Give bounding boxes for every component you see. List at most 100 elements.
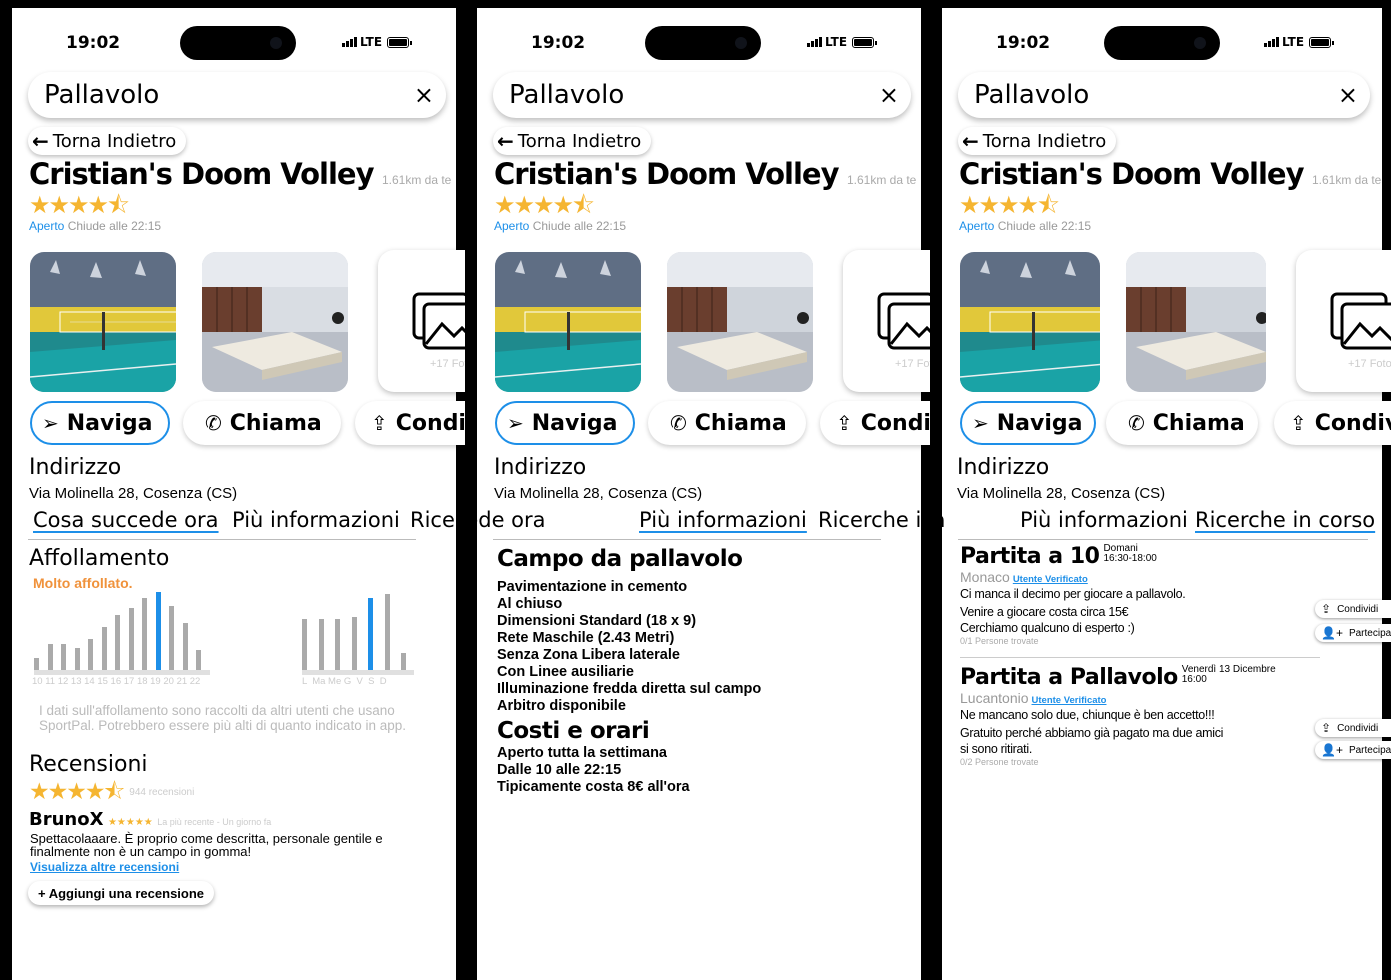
court-feature: Rete Maschile (2.43 Metri) — [497, 630, 675, 646]
close-icon[interactable]: × — [879, 81, 899, 109]
search-description: Ne mancano solo due, chiunque è ben acce… — [960, 706, 1260, 757]
close-icon[interactable]: × — [1338, 81, 1358, 109]
review-meta: La più recente - Un giorno fa — [157, 817, 272, 827]
status-bar: 19:02 LTE — [930, 26, 1391, 60]
tab-searches[interactable]: Ricerche in corso — [818, 508, 930, 532]
more-photos-card[interactable]: +17 Foto — [378, 250, 465, 392]
court-heading: Campo da pallavolo — [497, 546, 743, 572]
call-button[interactable]: ✆ Chiama — [183, 401, 341, 445]
share-search-button[interactable]: ⇪ Condividi — [1315, 600, 1391, 618]
signal-icon — [342, 37, 357, 47]
tab-now[interactable]: Cosa succede ora — [930, 508, 946, 532]
share-label: Condividi — [860, 410, 930, 436]
phone-icon: ✆ — [1128, 411, 1145, 435]
share-button[interactable]: ⇪ Condividi — [820, 401, 930, 445]
photo-locker-room[interactable] — [667, 252, 813, 392]
chart-baseline — [302, 670, 414, 675]
search-time: 16:00 — [1181, 674, 1207, 685]
photo-court[interactable] — [495, 252, 641, 392]
signal-icon — [807, 37, 822, 47]
venue-header: Cristian's Doom Volley 1.61km da te — [29, 157, 451, 191]
join-label: Partecipa — [1348, 627, 1391, 639]
search-query[interactable]: Pallavolo — [509, 80, 624, 110]
arrow-left-icon: ← — [962, 129, 979, 153]
navigation-arrow-icon: ➢ — [972, 411, 989, 435]
navigate-button[interactable]: ➢ Naviga — [30, 401, 170, 445]
opening-status: Aperto Chiude alle 22:15 — [959, 219, 1091, 233]
tab-now[interactable]: Cosa succede ora — [465, 508, 546, 532]
venue-name: Cristian's Doom Volley — [494, 157, 840, 191]
crowding-bar — [351, 617, 357, 670]
address-value: Via Molinella 28, Cosenza (CS) — [957, 485, 1166, 502]
photo-locker-room[interactable] — [202, 252, 348, 392]
tab-info[interactable]: Più informazioni — [1020, 508, 1188, 532]
search-bar[interactable]: Pallavolo × — [958, 72, 1370, 118]
share-button[interactable]: ⇪ Condividi — [1274, 401, 1391, 445]
gallery-icon — [412, 292, 465, 350]
crowding-bar — [401, 653, 406, 670]
share-label: Condividi — [395, 410, 465, 436]
court-feature: Arbitro disponibile — [497, 698, 626, 714]
tab-divider — [28, 539, 416, 540]
venue-header: Cristian's Doom Volley 1.61km da te — [959, 157, 1381, 191]
verified-user-link[interactable]: Utente Verificato — [1032, 695, 1107, 706]
search-card: Partita a Pallavolo Venerdì 13 Dicembre 16… — [960, 665, 1391, 767]
dynamic-island — [1104, 26, 1220, 60]
network-label: LTE — [360, 35, 383, 49]
tab-now[interactable]: Cosa succede ora — [33, 508, 219, 532]
verified-user-link[interactable]: Utente Verificato — [1013, 574, 1088, 585]
share-search-button[interactable]: ⇪ Condividi — [1315, 719, 1391, 737]
crowding-bar — [142, 598, 147, 670]
back-button[interactable]: ← Torna Indietro — [28, 127, 187, 155]
network-status: LTE — [807, 35, 878, 49]
phone-screen-info: 19:02 LTE Pallavolo × ← Torna Indietro C… — [465, 0, 930, 980]
court-feature: Senza Zona Libera laterale — [497, 647, 680, 663]
search-query[interactable]: Pallavolo — [974, 80, 1089, 110]
venue-name: Cristian's Doom Volley — [959, 157, 1305, 191]
more-photos-card[interactable]: +17 Foto — [1296, 250, 1391, 392]
share-icon: ⇪ — [1290, 411, 1307, 435]
crowding-bar — [182, 623, 188, 670]
call-button[interactable]: ✆ Chiama — [1106, 401, 1258, 445]
add-user-icon: 👤+ — [1321, 743, 1343, 757]
photo-court[interactable] — [30, 252, 176, 392]
search-bar[interactable]: Pallavolo × — [493, 72, 911, 118]
tab-info[interactable]: Più informazioni — [639, 508, 807, 532]
search-line: Venire a giocare costa circa 15€ — [960, 605, 1129, 619]
tab-info[interactable]: Più informazioni — [232, 508, 400, 532]
share-button[interactable]: ⇪ Condividi — [355, 401, 465, 445]
costs-heading: Costi e orari — [497, 718, 650, 744]
status-time: 19:02 — [66, 33, 121, 53]
crowding-bar — [47, 644, 53, 670]
close-icon[interactable]: × — [414, 81, 434, 109]
join-button[interactable]: 👤+ Partecipa — [1315, 624, 1391, 642]
photo-court[interactable] — [960, 252, 1100, 392]
hourly-crowding-chart — [34, 590, 210, 675]
tab-searches[interactable]: Ricerche in corso — [410, 508, 465, 532]
navigate-button[interactable]: ➢ Naviga — [960, 401, 1096, 445]
crowding-bar — [169, 606, 174, 670]
add-review-button[interactable]: + Aggiungi una recensione — [28, 881, 215, 905]
search-line: Gratuito perché abbiamo già pagato ma du… — [960, 726, 1224, 740]
navigate-button[interactable]: ➢ Naviga — [495, 401, 635, 445]
chart-baseline — [34, 670, 210, 675]
join-button[interactable]: 👤+ Partecipa — [1315, 741, 1391, 759]
search-bar[interactable]: Pallavolo × — [28, 72, 446, 118]
phone-screen-searches: 19:02 LTE Pallavolo × ← Torna Indietro C… — [930, 0, 1391, 980]
open-label: Aperto — [959, 219, 995, 233]
tab-searches[interactable]: Ricerche in corso — [1195, 508, 1375, 532]
add-user-icon: 👤+ — [1321, 626, 1343, 640]
battery-icon — [1309, 36, 1335, 48]
back-button[interactable]: ← Torna Indietro — [958, 127, 1117, 155]
photo-locker-room[interactable] — [1126, 252, 1266, 392]
review-text: Spettacolaaare. È proprio come descritta… — [30, 831, 383, 859]
navigate-label: Naviga — [531, 410, 618, 436]
search-line: Ci manca il decimo per giocare a pallavo… — [960, 587, 1186, 601]
see-more-reviews-link[interactable]: Visualizza altre recensioni — [30, 860, 179, 874]
more-photos-card[interactable]: +17 Foto — [843, 250, 930, 392]
call-button[interactable]: ✆ Chiama — [648, 401, 806, 445]
share-icon: ⇪ — [1321, 721, 1332, 735]
back-button[interactable]: ← Torna Indietro — [493, 127, 652, 155]
search-query[interactable]: Pallavolo — [44, 80, 159, 110]
review-author-row: BrunoX ★★★★★ La più recente - Un giorno … — [29, 809, 271, 830]
